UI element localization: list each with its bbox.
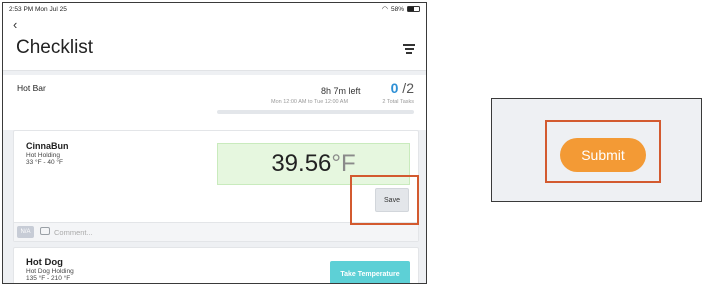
back-button[interactable]: ‹ [13, 17, 17, 32]
menu-icon[interactable] [403, 44, 415, 56]
time-left: 8h 7m left [321, 86, 361, 96]
take-temperature-button[interactable]: Take Temperature [330, 261, 410, 283]
status-time: 2:53 PM Mon Jul 25 [9, 5, 67, 13]
temperature-value: 39.56 [271, 150, 332, 177]
tablet-screenshot: 2:53 PM Mon Jul 25 ◠ 58% ‹ Checklist Hot… [2, 2, 427, 284]
battery-fill [408, 7, 415, 11]
temperature-unit: °F [331, 150, 356, 177]
location-summary: Hot Bar 8h 7m left 0 /2 Mon 12:00 AM to … [3, 75, 426, 130]
status-indicators: ◠ 58% [382, 6, 420, 13]
task-count: 0 /2 [391, 80, 414, 96]
na-button[interactable]: N/A [17, 226, 34, 238]
checklist-item-hot-dog: Hot Dog Hot Dog Holding 135 °F - 210 °F … [13, 247, 419, 283]
tasks-total: /2 [398, 80, 414, 96]
battery-percent: 58% [390, 5, 404, 13]
time-range: Mon 12:00 AM to Tue 12:00 AM [271, 99, 349, 105]
item-range: 135 °F - 210 °F [26, 275, 71, 282]
comment-input[interactable] [54, 226, 404, 238]
location-name: Hot Bar [17, 83, 46, 93]
wifi-icon: ◠ [381, 5, 388, 13]
total-tasks-label: 2 Total Tasks [382, 99, 414, 105]
task-progress-bar [217, 110, 414, 114]
submit-highlight-box [545, 120, 661, 183]
comment-icon [40, 227, 50, 235]
item-name: Hot Dog [26, 257, 63, 268]
status-bar: 2:53 PM Mon Jul 25 ◠ 58% [3, 3, 426, 15]
battery-icon [407, 6, 420, 12]
item-name: CinnaBun [26, 141, 69, 151]
item-type: Hot Dog Holding [26, 268, 74, 275]
navigation-header: ‹ Checklist [3, 15, 426, 71]
save-highlight-box [350, 175, 419, 225]
item-type: Hot Holding [26, 152, 60, 159]
page-title: Checklist [16, 37, 94, 58]
item-range: 33 °F - 40 °F [26, 159, 63, 166]
